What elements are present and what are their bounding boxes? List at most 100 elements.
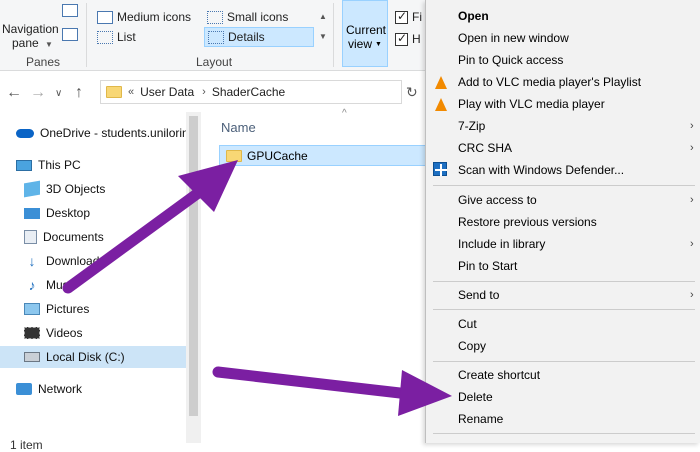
menu-item-label: Delete <box>458 390 493 404</box>
menu-item-pin-start[interactable]: Pin to Start <box>458 255 517 277</box>
breadcrumb-shadercache[interactable]: ShaderCache <box>212 85 285 99</box>
medium-icons-option[interactable]: Medium icons <box>97 10 191 24</box>
up-arrow-icon[interactable]: ↑ <box>75 84 83 102</box>
menu-item-restore-versions[interactable]: Restore previous versions <box>458 211 597 233</box>
menu-item-label: Restore previous versions <box>458 215 597 229</box>
vlc-icon <box>433 74 449 90</box>
sidebar-item-label: Downloads <box>46 254 106 268</box>
submenu-arrow-icon: › <box>690 120 694 132</box>
menu-item-open-new-window[interactable]: Open in new window <box>458 27 569 49</box>
menu-item-open[interactable]: Open <box>458 5 489 27</box>
small-icons-option[interactable]: Small icons <box>207 10 288 24</box>
address-overflow-icon[interactable]: « <box>128 86 134 98</box>
submenu-arrow-icon: › <box>690 238 694 250</box>
3d-objects-icon <box>24 180 40 198</box>
layout-scroll-down-icon[interactable]: ▼ <box>319 32 327 41</box>
menu-item-rename[interactable]: Rename <box>458 408 503 430</box>
sidebar-item-label: Desktop <box>46 206 91 220</box>
back-arrow-icon[interactable]: ← <box>6 84 22 102</box>
navigation-pane-label: Navigation <box>2 22 59 36</box>
sidebar-item-music[interactable]: ♪ Music <box>24 274 78 296</box>
menu-item-7zip[interactable]: 7-Zip <box>458 115 485 137</box>
medium-icons-label: Medium icons <box>117 10 192 24</box>
details-label: Details <box>228 30 265 44</box>
menu-item-copy[interactable]: Copy <box>458 335 486 357</box>
chevron-right-icon[interactable]: › <box>202 86 206 98</box>
menu-item-send-to[interactable]: Send to <box>458 284 499 306</box>
item-checkboxes-toggle[interactable]: Fi <box>395 9 422 24</box>
menu-item-include-library[interactable]: Include in library <box>458 233 545 255</box>
scrollbar-thumb[interactable] <box>189 116 198 416</box>
menu-item-add-vlc-playlist[interactable]: Add to VLC media player's Playlist <box>458 71 641 93</box>
sidebar-item-downloads[interactable]: ↓ Downloads <box>24 250 106 272</box>
checkbox-icon <box>395 31 408 46</box>
menu-item-play-vlc[interactable]: Play with VLC media player <box>458 93 605 115</box>
menu-separator <box>433 433 695 434</box>
sidebar-item-pictures[interactable]: Pictures <box>24 298 89 320</box>
menu-item-label: Add to VLC media player's Playlist <box>458 75 642 89</box>
checkbox-label-1: Fi <box>412 10 422 24</box>
sidebar-item-videos[interactable]: Videos <box>24 322 82 344</box>
sidebar-item-network[interactable]: Network <box>16 378 82 400</box>
column-header-name[interactable]: Name <box>221 120 256 135</box>
details-option[interactable]: Details <box>204 27 314 47</box>
sidebar-item-local-disk[interactable]: Local Disk (C:) <box>0 346 186 368</box>
medium-icons-icon <box>97 10 113 24</box>
preview-pane-icon[interactable] <box>62 4 78 17</box>
checkbox-label-2: H <box>412 32 421 46</box>
music-icon: ♪ <box>28 277 36 293</box>
list-option[interactable]: List <box>97 30 136 44</box>
list-icon <box>97 30 113 44</box>
navigation-pane-label-2: pane <box>12 36 39 50</box>
menu-item-cut[interactable]: Cut <box>458 313 477 335</box>
submenu-arrow-icon: › <box>690 142 694 154</box>
file-row-gpucache[interactable]: GPUCache <box>219 145 431 166</box>
menu-item-scan-defender[interactable]: Scan with Windows Defender... <box>458 159 624 181</box>
videos-icon <box>24 327 40 339</box>
menu-item-delete[interactable]: Delete <box>458 386 493 408</box>
sidebar-item-label: This PC <box>38 158 81 172</box>
sidebar-item-onedrive[interactable]: OneDrive - students.unilorin <box>16 122 189 144</box>
details-pane-icon[interactable] <box>62 28 78 41</box>
current-view-dropdown-icon: ▼ <box>375 41 382 48</box>
recent-locations-icon[interactable]: ∨ <box>55 88 62 99</box>
menu-item-label: Cut <box>458 317 477 331</box>
breadcrumb-user-data[interactable]: User Data <box>140 85 194 99</box>
menu-item-label: Include in library <box>458 237 546 251</box>
menu-item-give-access[interactable]: Give access to <box>458 189 537 211</box>
menu-separator <box>433 309 695 310</box>
sidebar-item-this-pc[interactable]: This PC <box>16 154 81 176</box>
file-name: GPUCache <box>247 148 308 163</box>
hidden-items-toggle[interactable]: H <box>395 31 421 46</box>
menu-separator <box>433 361 695 362</box>
menu-separator <box>433 185 695 186</box>
details-icon <box>208 30 224 44</box>
onedrive-icon <box>16 128 34 138</box>
sidebar-item-label: Documents <box>43 230 104 244</box>
defender-icon <box>433 162 447 176</box>
layout-scroll-up-icon[interactable]: ▲ <box>319 12 327 21</box>
sidebar-item-label: OneDrive - students.unilorin <box>40 126 189 140</box>
menu-item-create-shortcut[interactable]: Create shortcut <box>458 364 540 386</box>
sidebar-item-label: Pictures <box>46 302 90 316</box>
layout-group-label: Layout <box>196 55 233 69</box>
sidebar-item-label: Music <box>46 278 78 292</box>
sidebar-item-documents[interactable]: Documents <box>24 226 104 248</box>
status-bar-text: 1 item <box>10 438 43 452</box>
list-label: List <box>117 30 136 44</box>
small-icons-label: Small icons <box>227 10 289 24</box>
menu-item-pin-quick-access[interactable]: Pin to Quick access <box>458 49 563 71</box>
refresh-icon[interactable]: ↻ <box>406 84 418 101</box>
menu-item-crc-sha[interactable]: CRC SHA <box>458 137 512 159</box>
drive-icon <box>24 352 40 362</box>
current-view-button[interactable]: Current view ▼ <box>342 0 388 67</box>
sidebar-item-desktop[interactable]: Desktop <box>24 202 90 224</box>
sidebar-item-label: Network <box>38 382 83 396</box>
menu-item-label: 7-Zip <box>458 119 486 133</box>
sidebar-item-3d-objects[interactable]: 3D Objects <box>24 178 105 200</box>
checkbox-icon <box>395 9 408 24</box>
address-bar[interactable]: « User Data › ShaderCache <box>100 80 402 104</box>
menu-item-label: Create shortcut <box>458 368 541 382</box>
forward-arrow-icon[interactable]: → <box>30 84 46 102</box>
menu-item-label: Pin to Quick access <box>458 53 564 67</box>
